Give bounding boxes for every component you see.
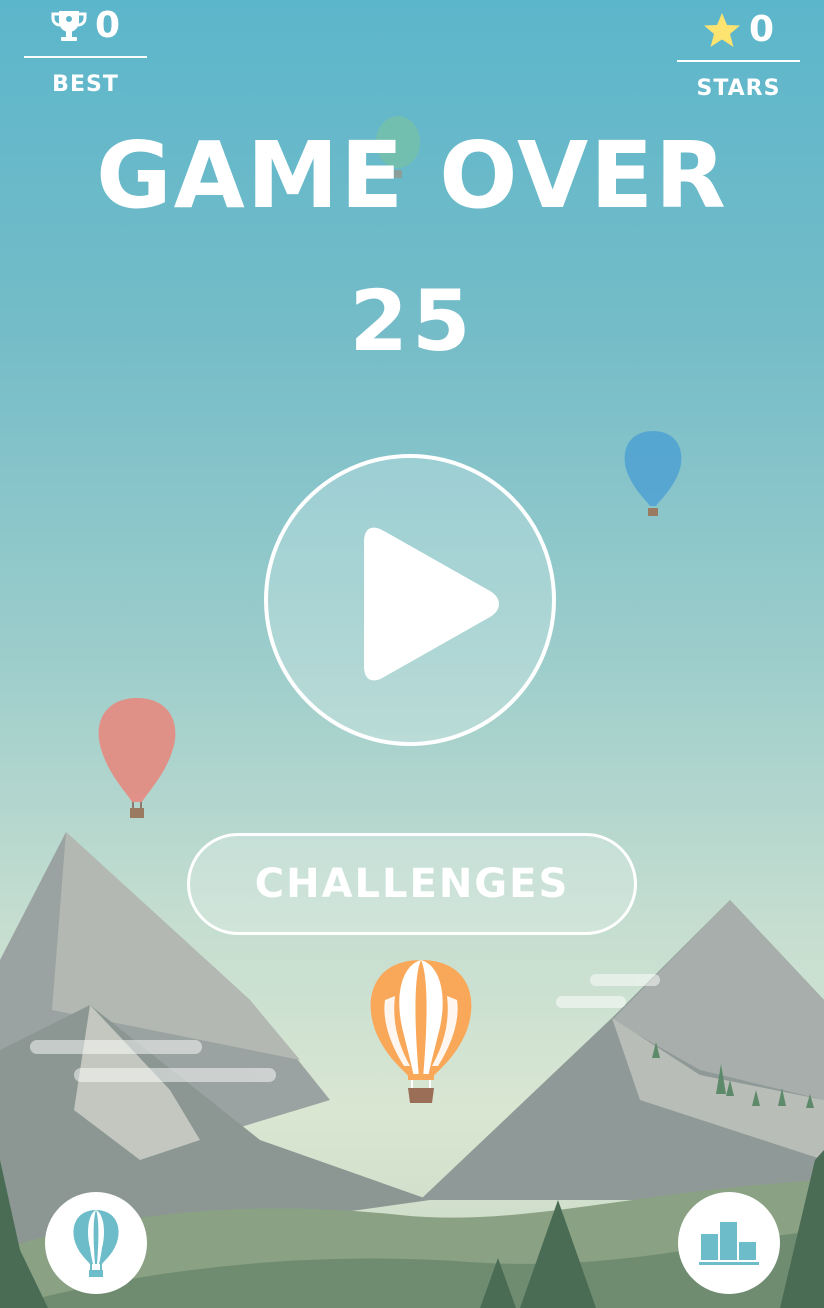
stars-count: 0 STARS: [677, 4, 800, 101]
player-balloon: [370, 960, 472, 1103]
best-label: BEST: [52, 72, 119, 97]
background-balloon-blue: [624, 431, 682, 516]
leaderboard-button[interactable]: [678, 1192, 780, 1294]
balloon-icon: [73, 1210, 119, 1277]
stars-value: 0: [748, 9, 775, 50]
final-score: 25: [349, 272, 475, 370]
stars-divider: [677, 60, 800, 62]
play-icon: [364, 527, 499, 681]
best-score: 0 BEST: [24, 0, 147, 97]
challenges-button[interactable]: CHALLENGES: [187, 833, 637, 935]
best-value: 0: [94, 5, 121, 46]
balloons-button[interactable]: [45, 1192, 147, 1294]
game-over-title: GAME OVER: [96, 122, 728, 229]
leaderboard-icon: [699, 1222, 759, 1265]
best-divider: [24, 56, 147, 58]
trophy-icon: [51, 11, 87, 41]
star-icon: [703, 13, 740, 47]
play-button[interactable]: [264, 454, 556, 746]
background-balloon-red: [98, 698, 176, 818]
stars-label: STARS: [696, 76, 781, 101]
